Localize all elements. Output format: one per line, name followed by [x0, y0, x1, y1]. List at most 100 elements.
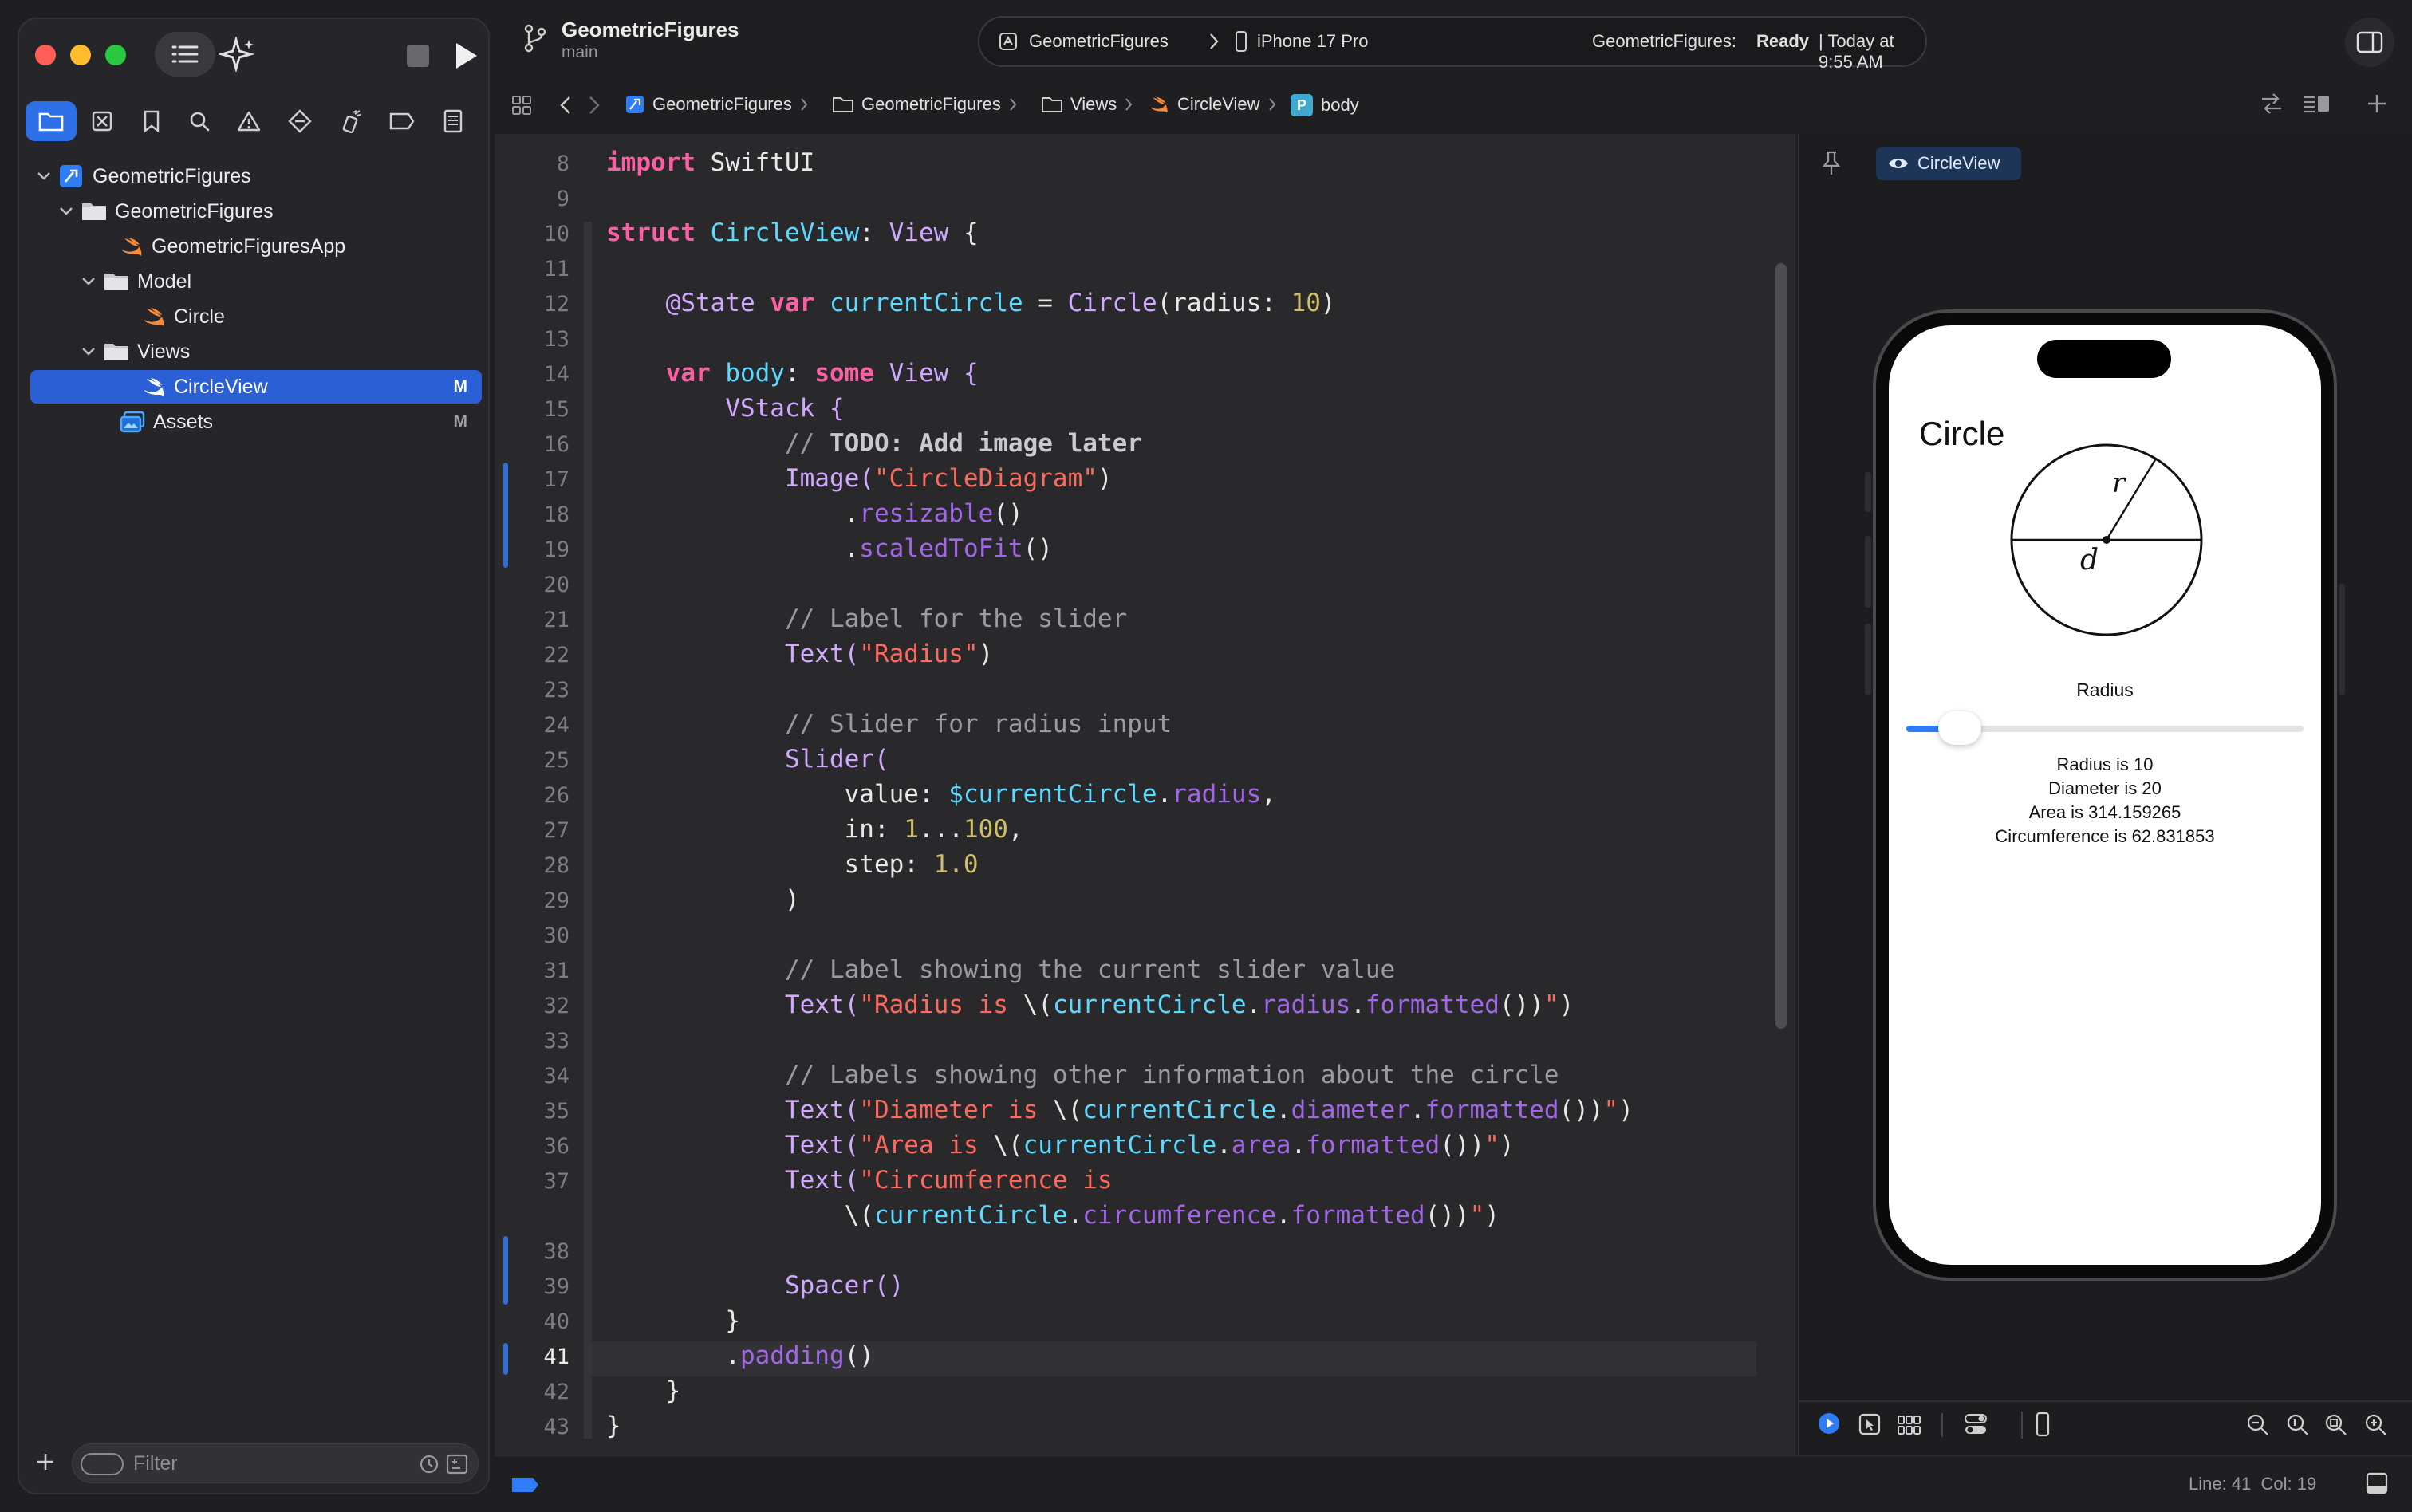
chevron-down-icon[interactable] [78, 347, 99, 356]
code-line-42[interactable]: } [606, 1376, 681, 1405]
selectable-mode-button[interactable] [1858, 1413, 1881, 1435]
review-changes-button[interactable] [2259, 91, 2284, 116]
code-line-37[interactable]: Text("Circumference is [606, 1166, 1113, 1195]
code-line-25[interactable]: Slider( [606, 745, 889, 774]
code-line-19[interactable]: .scaledToFit() [606, 534, 1053, 563]
code-line-8[interactable]: import SwiftUI [606, 148, 814, 177]
zoom-in-button[interactable] [2364, 1413, 2388, 1437]
scheme-selector[interactable]: GeometricFigures [1029, 31, 1169, 52]
vertical-scrollbar[interactable] [1776, 263, 1787, 1029]
issue-navigator-tab[interactable] [233, 105, 265, 137]
source-control-filter-icon[interactable] [446, 1454, 468, 1475]
bookmark-navigator-tab[interactable] [136, 105, 168, 137]
tree-item-geometricfiguresapp[interactable]: GeometricFiguresApp [30, 230, 482, 263]
code-line-36[interactable]: Text("Area is \(currentCircle.area.forma… [606, 1131, 1515, 1160]
report-navigator-tab[interactable] [437, 105, 469, 137]
add-editor-button[interactable] [2366, 93, 2388, 115]
zoom-window-button[interactable] [105, 45, 126, 65]
pin-preview-button[interactable] [1820, 150, 1843, 177]
find-navigator-tab[interactable] [183, 105, 215, 137]
source-control-navigator-tab[interactable] [86, 105, 118, 137]
stop-button[interactable] [407, 45, 429, 67]
code-line-17[interactable]: Image("CircleDiagram") [606, 464, 1113, 493]
code-line-41[interactable]: .padding() [606, 1341, 874, 1370]
code-token: ) [1618, 1096, 1634, 1124]
back-button[interactable] [558, 94, 573, 116]
add-button[interactable] [35, 1451, 56, 1472]
code-line-34[interactable]: // Labels showing other information abou… [606, 1061, 1559, 1089]
hide-debug-area-button[interactable] [2366, 1472, 2388, 1494]
chevron-down-icon[interactable] [34, 171, 54, 181]
code-line-15[interactable]: VStack { [606, 394, 844, 423]
run-destination-selector[interactable]: iPhone 17 Pro [1257, 31, 1368, 52]
chevron-down-icon[interactable] [78, 277, 99, 286]
chevron-right-icon [1268, 98, 1275, 111]
tree-item-group-root[interactable]: GeometricFigures [30, 195, 482, 228]
preview-device-button[interactable] [2036, 1412, 2050, 1437]
coding-assistant-button[interactable] [219, 37, 257, 72]
debug-area-toggle[interactable] [510, 1475, 541, 1494]
code-line-40[interactable]: } [606, 1306, 740, 1335]
zoom-to-fit-button[interactable] [2324, 1413, 2348, 1437]
code-line-18[interactable]: .resizable() [606, 499, 1023, 528]
code-line-32[interactable]: Text("Radius is \(currentCircle.radius.f… [606, 990, 1574, 1019]
inspector-toggle-button[interactable] [2345, 18, 2394, 67]
radius-slider[interactable] [1906, 711, 2304, 745]
code-line-24[interactable]: // Slider for radius input [606, 710, 1172, 738]
code-line-26[interactable]: value: $currentCircle.radius, [606, 780, 1276, 809]
code-line-27[interactable]: in: 1...100, [606, 815, 1023, 844]
filter-options-icon[interactable] [81, 1453, 124, 1475]
branch-name[interactable]: main [562, 43, 598, 62]
zoom-actual-size-button[interactable] [2286, 1413, 2310, 1437]
project-navigator-tab[interactable] [26, 101, 77, 141]
code-line-21[interactable]: // Label for the slider [606, 604, 1127, 633]
breadcrumb-symbol[interactable]: P body [1291, 94, 1359, 116]
code-line-31[interactable]: // Label showing the current slider valu… [606, 955, 1395, 984]
code-line-12[interactable]: @State var currentCircle = Circle(radius… [606, 289, 1336, 317]
code-line-39[interactable]: Spacer() [606, 1271, 904, 1300]
code-fold-ribbon[interactable] [584, 222, 592, 1439]
related-items-button[interactable] [510, 94, 533, 116]
breadcrumb-views[interactable]: Views [1042, 94, 1133, 115]
recent-files-icon[interactable] [419, 1454, 439, 1475]
close-window-button[interactable] [35, 45, 56, 65]
chevron-down-icon[interactable] [56, 207, 77, 216]
preview-tab[interactable]: CircleView [1876, 147, 2021, 180]
breakpoint-navigator-tab[interactable] [386, 105, 418, 137]
tree-item-group-views[interactable]: Views [30, 335, 482, 368]
run-button[interactable] [453, 41, 479, 70]
code-token: Text( [784, 640, 860, 668]
code-line-43[interactable]: } [606, 1412, 621, 1440]
code-line-22[interactable]: Text("Radius") [606, 640, 993, 668]
device-settings-button[interactable] [1964, 1413, 1988, 1435]
code-line-29[interactable]: ) [606, 885, 800, 914]
code-line-28[interactable]: step: 1.0 [606, 850, 979, 879]
slider-thumb[interactable] [1937, 711, 1981, 745]
line-number: 28 [543, 853, 570, 878]
forward-button[interactable] [587, 94, 601, 116]
code-line-37-wrapped[interactable]: \(currentCircle.circumference.formatted(… [606, 1201, 1500, 1230]
code-line-14[interactable]: var body: some View { [606, 359, 979, 388]
code-line-35[interactable]: Text("Diameter is \(currentCircle.diamet… [606, 1096, 1634, 1124]
filter-field[interactable]: Filter [72, 1443, 479, 1483]
debug-navigator-tab[interactable] [335, 105, 367, 137]
breadcrumb-project[interactable]: GeometricFigures [625, 94, 808, 115]
code-token: // Slider for radius input [784, 710, 1172, 738]
tree-item-assets[interactable]: Assets M [30, 405, 482, 439]
zoom-out-button[interactable] [2246, 1413, 2270, 1437]
project-title[interactable]: GeometricFigures [562, 18, 739, 42]
tree-item-circle[interactable]: Circle [30, 300, 482, 333]
code-line-16[interactable]: // TODO: Add image later [606, 429, 1142, 458]
breadcrumb-file[interactable]: CircleView [1149, 94, 1276, 115]
tree-item-circleview[interactable]: CircleView M [30, 370, 482, 404]
test-navigator-tab[interactable] [284, 105, 316, 137]
tree-item-group-model[interactable]: Model [30, 265, 482, 298]
code-line-10[interactable]: struct CircleView: View { [606, 219, 979, 247]
sidebar-toggle-button[interactable] [155, 32, 215, 77]
editor-options-button[interactable] [2302, 93, 2331, 115]
minimize-window-button[interactable] [70, 45, 91, 65]
live-preview-button[interactable] [1817, 1412, 1841, 1435]
variants-button[interactable] [1897, 1415, 1922, 1435]
tree-item-project[interactable]: GeometricFigures [30, 159, 482, 193]
breadcrumb-group[interactable]: GeometricFigures [833, 94, 1017, 115]
